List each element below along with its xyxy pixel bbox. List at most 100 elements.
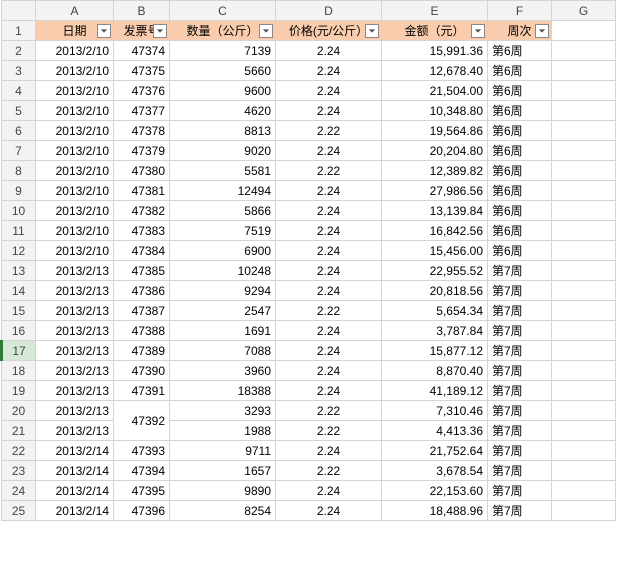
cell-date[interactable]: 2013/2/14 — [36, 501, 114, 521]
cell-invoice[interactable]: 47376 — [114, 81, 170, 101]
cell[interactable] — [552, 401, 616, 421]
row-header[interactable]: 23 — [2, 461, 36, 481]
header-cell[interactable]: 价格(元/公斤） — [276, 21, 382, 41]
cell-invoice[interactable]: 47383 — [114, 221, 170, 241]
cell-invoice[interactable]: 47386 — [114, 281, 170, 301]
filter-dropdown-icon[interactable] — [153, 24, 167, 38]
row-header[interactable]: 19 — [2, 381, 36, 401]
cell-price[interactable]: 2.24 — [276, 281, 382, 301]
cell-invoice[interactable]: 47385 — [114, 261, 170, 281]
cell[interactable] — [552, 361, 616, 381]
cell-week[interactable]: 第6周 — [488, 101, 552, 121]
cell-qty[interactable]: 1691 — [170, 321, 276, 341]
cell-amount[interactable]: 20,204.80 — [382, 141, 488, 161]
cell[interactable] — [552, 421, 616, 441]
row-header[interactable]: 12 — [2, 241, 36, 261]
cell-price[interactable]: 2.24 — [276, 41, 382, 61]
cell-week[interactable]: 第7周 — [488, 441, 552, 461]
cell-date[interactable]: 2013/2/10 — [36, 41, 114, 61]
cell-amount[interactable]: 15,991.36 — [382, 41, 488, 61]
cell-week[interactable]: 第7周 — [488, 341, 552, 361]
cell-invoice[interactable]: 47390 — [114, 361, 170, 381]
cell-week[interactable]: 第6周 — [488, 121, 552, 141]
cell-qty[interactable]: 5581 — [170, 161, 276, 181]
row-header[interactable]: 7 — [2, 141, 36, 161]
cell-price[interactable]: 2.24 — [276, 101, 382, 121]
row-header[interactable]: 24 — [2, 481, 36, 501]
row-header[interactable]: 25 — [2, 501, 36, 521]
cell-date[interactable]: 2013/2/10 — [36, 201, 114, 221]
cell-week[interactable]: 第6周 — [488, 41, 552, 61]
cell-price[interactable]: 2.24 — [276, 181, 382, 201]
cell-amount[interactable]: 22,153.60 — [382, 481, 488, 501]
row-header[interactable]: 3 — [2, 61, 36, 81]
cell-invoice[interactable]: 47379 — [114, 141, 170, 161]
cell-qty[interactable]: 6900 — [170, 241, 276, 261]
cell-price[interactable]: 2.24 — [276, 261, 382, 281]
cell-qty[interactable]: 18388 — [170, 381, 276, 401]
cell-qty[interactable]: 4620 — [170, 101, 276, 121]
cell-date[interactable]: 2013/2/13 — [36, 421, 114, 441]
cell-week[interactable]: 第6周 — [488, 181, 552, 201]
cell-date[interactable]: 2013/2/13 — [36, 261, 114, 281]
cell-date[interactable]: 2013/2/13 — [36, 321, 114, 341]
cell-amount[interactable]: 10,348.80 — [382, 101, 488, 121]
filter-dropdown-icon[interactable] — [365, 24, 379, 38]
filter-dropdown-icon[interactable] — [259, 24, 273, 38]
cell-week[interactable]: 第7周 — [488, 461, 552, 481]
cell[interactable] — [552, 41, 616, 61]
cell-week[interactable]: 第6周 — [488, 161, 552, 181]
cell[interactable] — [552, 381, 616, 401]
cell-invoice[interactable]: 47381 — [114, 181, 170, 201]
row-header[interactable]: 18 — [2, 361, 36, 381]
cell-date[interactable]: 2013/2/10 — [36, 141, 114, 161]
cell-date[interactable]: 2013/2/14 — [36, 481, 114, 501]
cell-amount[interactable]: 5,654.34 — [382, 301, 488, 321]
cell-price[interactable]: 2.22 — [276, 161, 382, 181]
cell-date[interactable]: 2013/2/10 — [36, 161, 114, 181]
cell-price[interactable]: 2.24 — [276, 381, 382, 401]
cell-amount[interactable]: 16,842.56 — [382, 221, 488, 241]
cell-invoice[interactable]: 47387 — [114, 301, 170, 321]
cell[interactable] — [552, 221, 616, 241]
cell[interactable] — [552, 481, 616, 501]
cell-invoice[interactable]: 47394 — [114, 461, 170, 481]
cell[interactable] — [552, 141, 616, 161]
cell[interactable] — [552, 441, 616, 461]
cell-week[interactable]: 第6周 — [488, 141, 552, 161]
row-header[interactable]: 22 — [2, 441, 36, 461]
cell-invoice[interactable]: 47389 — [114, 341, 170, 361]
cell-invoice[interactable]: 47380 — [114, 161, 170, 181]
row-header[interactable]: 16 — [2, 321, 36, 341]
cell[interactable] — [552, 81, 616, 101]
cell-price[interactable]: 2.22 — [276, 401, 382, 421]
cell-amount[interactable]: 15,877.12 — [382, 341, 488, 361]
cell[interactable] — [552, 121, 616, 141]
cell[interactable] — [552, 461, 616, 481]
cell-amount[interactable]: 18,488.96 — [382, 501, 488, 521]
row-header[interactable]: 6 — [2, 121, 36, 141]
cell-date[interactable]: 2013/2/14 — [36, 461, 114, 481]
cell-invoice[interactable]: 47396 — [114, 501, 170, 521]
cell-week[interactable]: 第7周 — [488, 381, 552, 401]
cell-invoice[interactable]: 47388 — [114, 321, 170, 341]
cell-price[interactable]: 2.24 — [276, 141, 382, 161]
cell-week[interactable]: 第6周 — [488, 241, 552, 261]
cell-week[interactable]: 第7周 — [488, 421, 552, 441]
cell[interactable] — [552, 341, 616, 361]
cell-week[interactable]: 第6周 — [488, 221, 552, 241]
cell-qty[interactable]: 5660 — [170, 61, 276, 81]
cell-qty[interactable]: 12494 — [170, 181, 276, 201]
cell[interactable] — [552, 201, 616, 221]
cell-week[interactable]: 第6周 — [488, 201, 552, 221]
column-header-G[interactable]: G — [552, 1, 616, 21]
cell-week[interactable]: 第7周 — [488, 401, 552, 421]
cell-amount[interactable]: 3,787.84 — [382, 321, 488, 341]
cell-date[interactable]: 2013/2/13 — [36, 301, 114, 321]
cell[interactable] — [552, 161, 616, 181]
cell-date[interactable]: 2013/2/14 — [36, 441, 114, 461]
cell-qty[interactable]: 10248 — [170, 261, 276, 281]
cell-price[interactable]: 2.24 — [276, 81, 382, 101]
header-cell[interactable]: 金额（元） — [382, 21, 488, 41]
row-header[interactable]: 1 — [2, 21, 36, 41]
